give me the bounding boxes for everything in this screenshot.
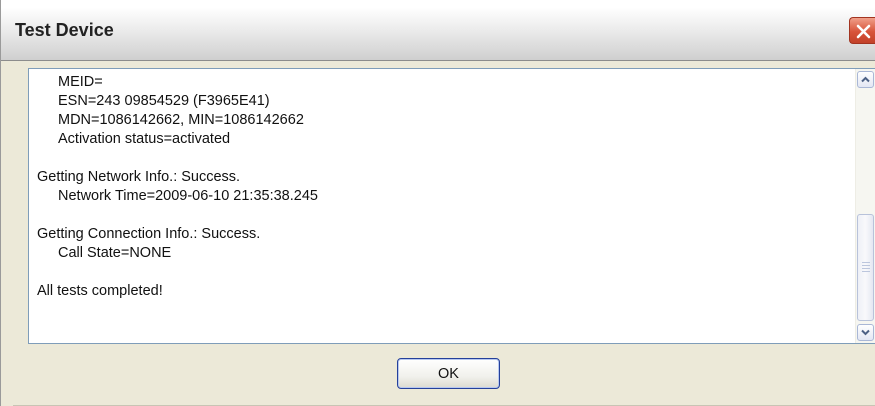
chevron-down-icon [861, 329, 870, 336]
chevron-up-icon [861, 76, 870, 83]
log-line: Call State=NONE [58, 245, 172, 261]
window-title: Test Device [15, 20, 114, 40]
log-line: MEID= [58, 74, 103, 90]
ok-button[interactable]: OK [397, 358, 500, 389]
vertical-scrollbar[interactable] [855, 69, 875, 343]
log-text: MEID= ESN=243 09854529 (F3965E41) MDN=10… [37, 73, 837, 301]
log-line-blank [37, 263, 837, 282]
log-line: All tests completed! [37, 283, 163, 299]
scroll-thumb[interactable] [857, 214, 874, 321]
grip-icon [862, 262, 870, 274]
log-line: ESN=243 09854529 (F3965E41) [58, 93, 270, 109]
log-textarea[interactable]: MEID= ESN=243 09854529 (F3965E41) MDN=10… [28, 68, 875, 344]
title-bar[interactable]: Test Device [1, 0, 875, 61]
log-line: MDN=1086142662, MIN=1086142662 [58, 112, 304, 128]
scroll-down-button[interactable] [857, 324, 874, 341]
log-line: Network Time=2009-06-10 21:35:38.245 [58, 188, 318, 204]
log-line: Getting Connection Info.: Success. [37, 226, 261, 242]
log-line: Activation status=activated [58, 131, 231, 147]
scroll-up-button[interactable] [857, 71, 874, 88]
log-line-blank [37, 206, 837, 225]
log-line: Getting Network Info.: Success. [37, 169, 241, 185]
close-icon [856, 24, 871, 39]
close-button[interactable] [849, 17, 875, 44]
dialog-window: Test Device MEID= ESN=243 09854529 (F396… [0, 0, 875, 406]
dialog-body: MEID= ESN=243 09854529 (F3965E41) MDN=10… [13, 61, 875, 406]
log-line-blank [37, 149, 837, 168]
